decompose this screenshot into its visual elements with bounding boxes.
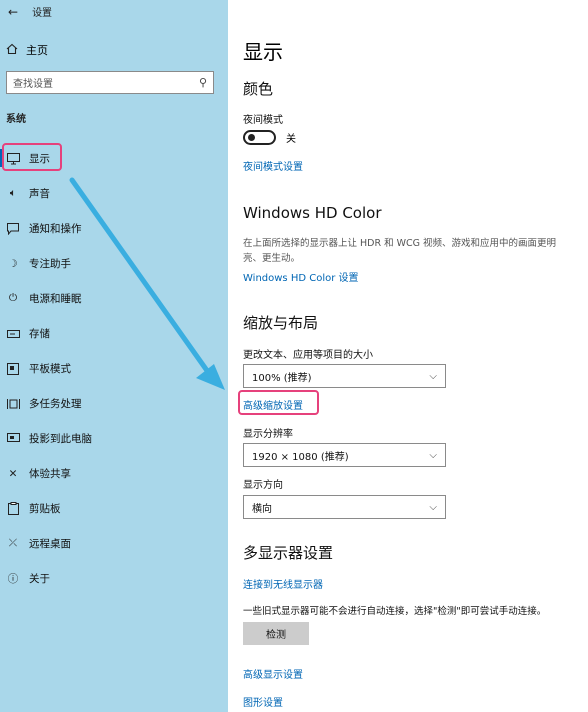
sidebar-item-label: 通知和操作 — [29, 223, 82, 235]
back-arrow-icon[interactable]: ← — [8, 5, 18, 19]
section-label-system: 系统 — [6, 114, 26, 125]
window-titlebar: ← 设置 — [8, 4, 53, 20]
orientation-label: 显示方向 — [243, 480, 283, 491]
sidebar-item-label: 关于 — [29, 573, 50, 585]
toggle-switch[interactable] — [243, 130, 276, 145]
resolution-value: 1920 × 1080 (推荐) — [252, 451, 349, 463]
night-mode-toggle[interactable]: 关 — [243, 130, 296, 145]
toggle-state: 关 — [286, 134, 296, 145]
sidebar: ← 设置 主页 查找设置 ⚲ 系统 显示 🔈︎ 声音 通知和操作 ☽ 专注助手 — [0, 0, 228, 712]
share-icon: ✕ — [8, 467, 18, 480]
resolution-select[interactable]: 1920 × 1080 (推荐) ⌵ — [243, 443, 446, 467]
window-title: 设置 — [32, 8, 53, 19]
chevron-down-icon: ⌵ — [429, 449, 437, 461]
sidebar-item-project[interactable]: 投影到此电脑 — [0, 421, 228, 456]
search-icon[interactable]: ⚲ — [199, 76, 207, 89]
sidebar-item-label: 投影到此电脑 — [29, 433, 92, 445]
section-heading-multi-display: 多显示器设置 — [243, 544, 334, 562]
sidebar-home[interactable]: 主页 — [6, 42, 48, 58]
sidebar-item-about[interactable]: ⓘ 关于 — [0, 561, 228, 596]
sidebar-item-power[interactable]: ⏻ 电源和睡眠 — [0, 281, 228, 316]
sidebar-item-multitasking[interactable]: 多任务处理 — [0, 386, 228, 421]
storage-icon — [6, 327, 20, 341]
multitask-icon — [6, 397, 20, 411]
section-heading-hd-color: Windows HD Color — [243, 204, 382, 222]
home-icon — [6, 43, 18, 58]
sidebar-item-label: 电源和睡眠 — [29, 293, 82, 305]
tablet-icon — [6, 362, 20, 376]
section-heading-scale-layout: 缩放与布局 — [243, 314, 319, 332]
notification-icon — [6, 222, 20, 236]
hd-color-description: 在上面所选择的显示器上让 HDR 和 WCG 视频、游戏和应用中的画面更明亮、更… — [243, 238, 557, 264]
scale-select[interactable]: 100% (推荐) ⌵ — [243, 364, 446, 388]
detect-button[interactable]: 检测 — [243, 622, 309, 645]
sidebar-item-focus-assist[interactable]: ☽ 专注助手 — [0, 246, 228, 281]
power-icon: ⏻ — [8, 292, 18, 304]
search-input[interactable]: 查找设置 ⚲ — [6, 71, 214, 94]
night-mode-label: 夜间模式 — [243, 115, 283, 126]
sidebar-item-label: 远程桌面 — [29, 538, 71, 550]
sidebar-item-label: 体验共享 — [29, 468, 71, 480]
advanced-display-settings-link[interactable]: 高级显示设置 — [243, 666, 303, 681]
chevron-down-icon: ⌵ — [429, 370, 437, 382]
chevron-down-icon: ⌵ — [429, 501, 437, 513]
section-heading-color: 颜色 — [243, 80, 274, 98]
sidebar-item-notifications[interactable]: 通知和操作 — [0, 211, 228, 246]
search-placeholder: 查找设置 — [13, 79, 53, 90]
sidebar-item-label: 剪贴板 — [29, 503, 61, 515]
page-title: 显示 — [243, 40, 283, 64]
highlight-box — [2, 143, 62, 171]
sidebar-item-tablet[interactable]: 平板模式 — [0, 351, 228, 386]
orientation-select[interactable]: 横向 ⌵ — [243, 495, 446, 519]
speaker-icon: 🔈︎ — [9, 187, 17, 199]
project-icon — [6, 432, 20, 446]
night-mode-settings-link[interactable]: 夜间模式设置 — [243, 158, 303, 173]
sidebar-item-label: 多任务处理 — [29, 398, 82, 410]
sidebar-item-clipboard[interactable]: 剪贴板 — [0, 491, 228, 526]
moon-icon: ☽ — [8, 257, 18, 270]
multi-display-note: 一些旧式显示器可能不会进行自动连接，选择"检测"即可尝试手动连接。 — [243, 606, 547, 617]
wireless-display-link[interactable]: 连接到无线显示器 — [243, 576, 323, 591]
hd-color-settings-link[interactable]: Windows HD Color 设置 — [243, 269, 359, 284]
sidebar-item-storage[interactable]: 存储 — [0, 316, 228, 351]
sidebar-item-label: 声音 — [29, 188, 50, 200]
sidebar-item-label: 存储 — [29, 328, 50, 340]
sidebar-item-remote-desktop[interactable]: ⤫ 远程桌面 — [0, 526, 228, 561]
advanced-scaling-link[interactable]: 高级缩放设置 — [243, 397, 303, 412]
info-icon: ⓘ — [7, 573, 19, 585]
sidebar-item-display[interactable]: 显示 — [0, 141, 228, 176]
clipboard-icon — [6, 502, 20, 516]
sidebar-item-shared-experiences[interactable]: ✕ 体验共享 — [0, 456, 228, 491]
sidebar-item-sound[interactable]: 🔈︎ 声音 — [0, 176, 228, 211]
resolution-label: 显示分辨率 — [243, 429, 293, 440]
sidebar-item-label: 平板模式 — [29, 363, 71, 375]
graphics-settings-link[interactable]: 图形设置 — [243, 694, 283, 709]
remote-icon: ⤫ — [8, 537, 18, 549]
scale-value: 100% (推荐) — [252, 372, 312, 384]
scale-label: 更改文本、应用等项目的大小 — [243, 350, 373, 361]
sidebar-item-label: 专注助手 — [29, 258, 71, 270]
home-label: 主页 — [26, 44, 48, 57]
sidebar-nav: 显示 🔈︎ 声音 通知和操作 ☽ 专注助手 ⏻ 电源和睡眠 存储 平板模式 多任… — [0, 141, 228, 596]
orientation-value: 横向 — [252, 503, 272, 515]
